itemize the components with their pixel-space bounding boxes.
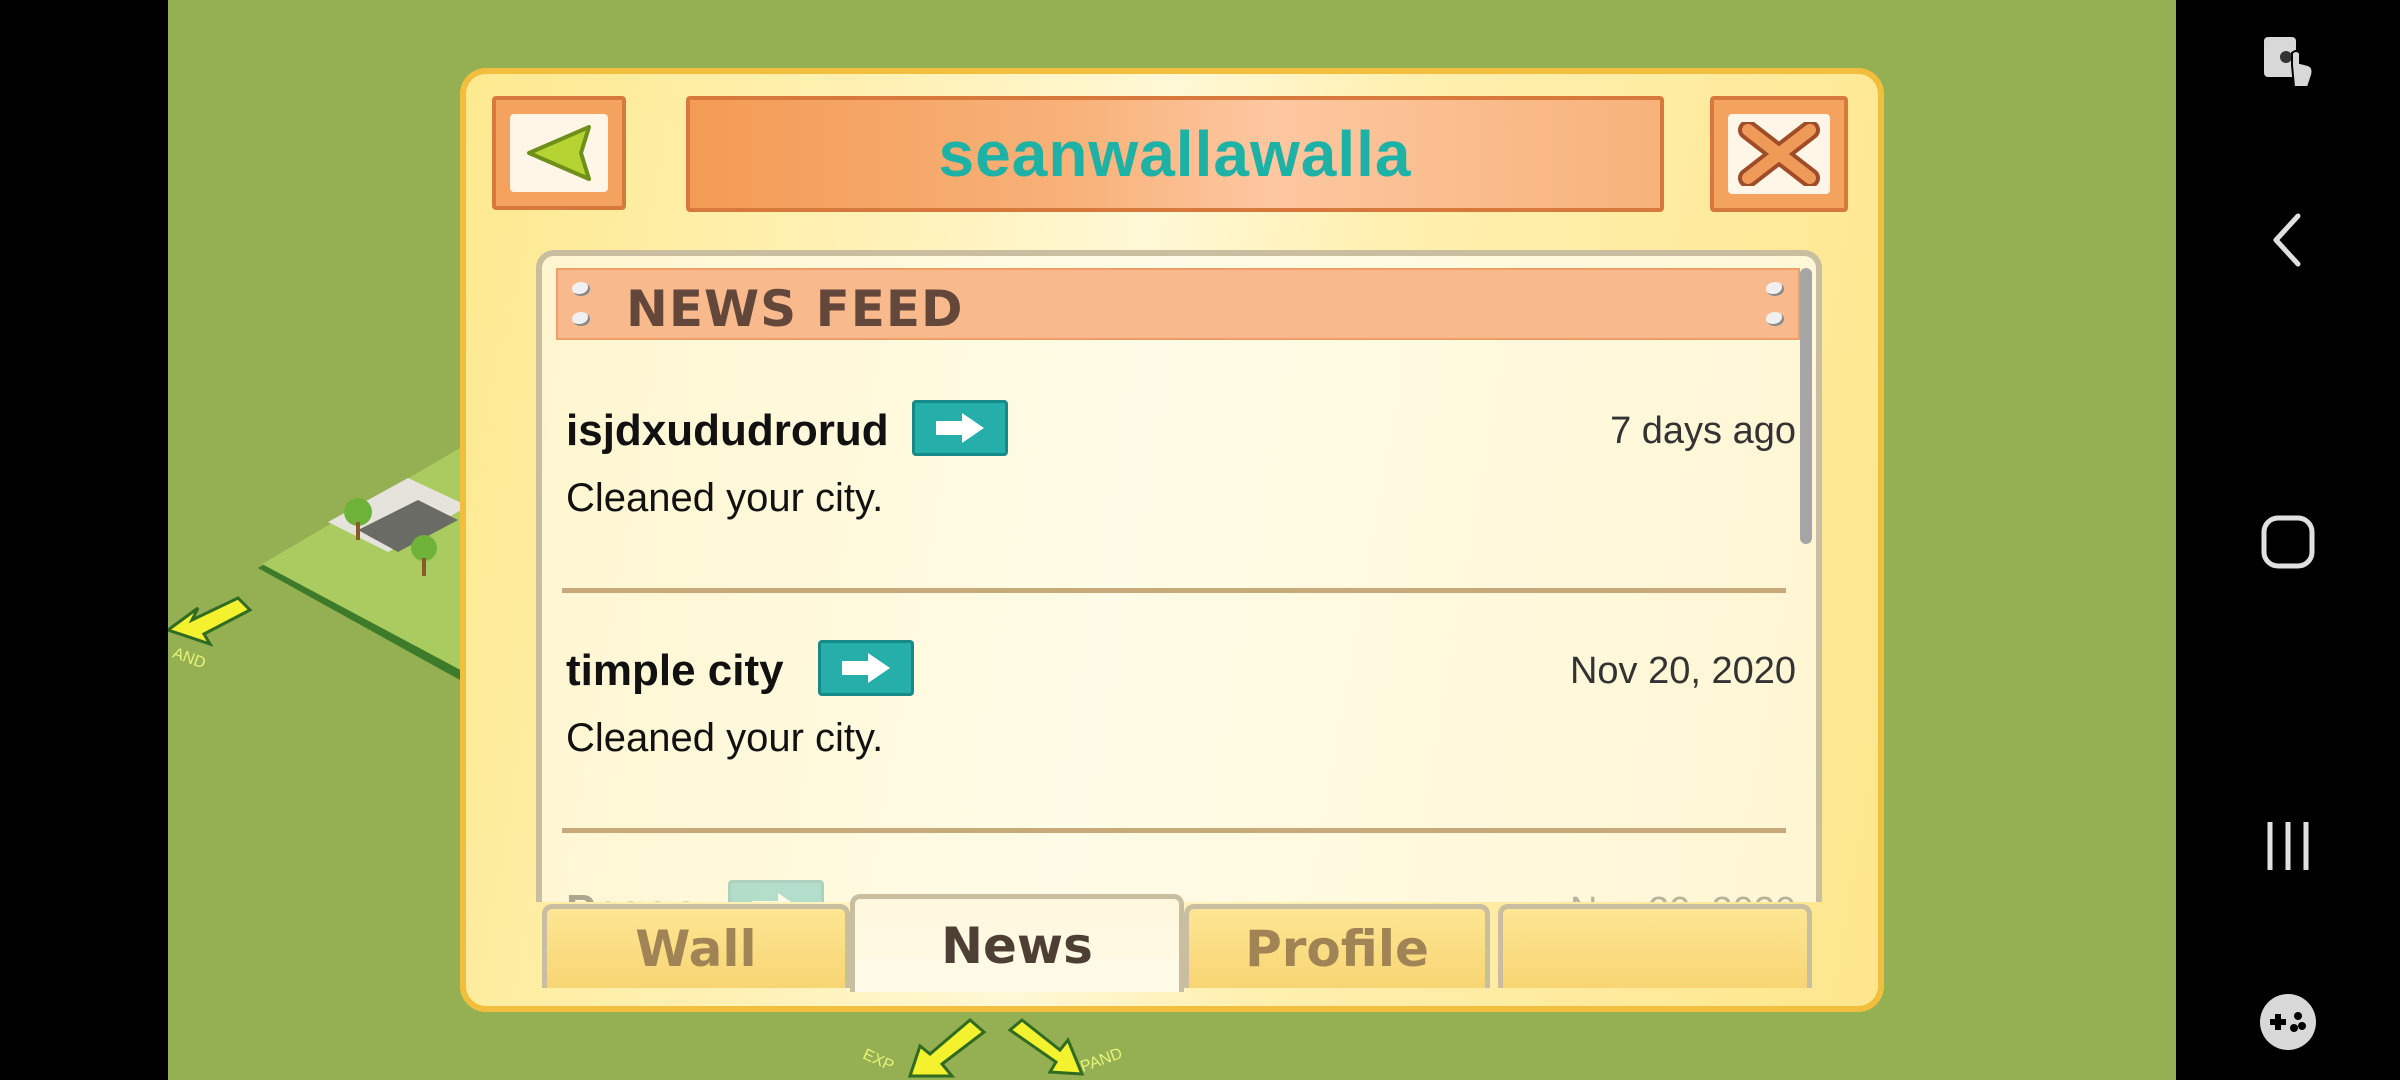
nav-home-button[interactable] [2246,500,2330,584]
back-icon [527,125,591,181]
expand-label-bottom-left: EXP [860,1046,897,1076]
news-feed-title: NEWS FEED [626,280,964,338]
feed-item-user: isjdxududrorud [566,406,889,455]
game-tools-button[interactable] [2246,980,2330,1064]
nav-recents-button[interactable] [2246,804,2330,888]
feed-item-desc: Cleaned your city. [566,476,884,520]
tab-label: Wall [635,919,757,978]
screen-touch-button[interactable] [2246,16,2330,100]
visit-city-button[interactable] [912,400,1008,456]
home-icon [2261,515,2315,569]
rivet-icon [572,312,590,326]
tab-label: Profile [1245,919,1429,978]
tab-bar: Wall News Profile [536,894,1822,992]
rivet-icon [1766,282,1784,296]
system-nav-bar [2176,0,2400,1080]
screen-touch-icon [2264,37,2314,88]
rivet-icon [1766,312,1784,326]
tab-label: News [941,916,1093,975]
back-icon [2273,213,2301,267]
game-canvas[interactable]: AND EXP PAND seanwallawalla NEWS FEED is… [168,0,2176,1080]
right-arrow-icon [936,413,984,443]
feed-item-time: 7 days ago [1610,410,1796,452]
feed-item-desc: Cleaned your city. [566,716,884,760]
expand-arrow-left-icon[interactable] [168,580,258,650]
expand-arrow-bottom-right-icon[interactable] [1004,1010,1094,1080]
divider [562,828,1786,833]
feed-scrollbar[interactable] [1800,268,1812,544]
tree-icon [411,535,437,561]
title-bar: seanwallawalla [686,96,1664,212]
rivet-icon [572,282,590,296]
tab-profile[interactable]: Profile [1184,904,1490,988]
page-title: seanwallawalla [938,118,1412,190]
feed-item-user: timple city [566,646,784,695]
back-button[interactable] [492,96,626,210]
tab-empty[interactable] [1498,904,1812,988]
nav-back-button[interactable] [2246,198,2330,282]
news-feed-panel[interactable]: NEWS FEED isjdxududrorud 7 days ago Clea… [536,250,1822,902]
recents-icon [2267,822,2309,870]
visit-city-button[interactable] [818,640,914,696]
tab-news[interactable]: News [850,894,1184,992]
close-button[interactable] [1710,96,1848,212]
news-feed-header: NEWS FEED [556,268,1800,340]
profile-dialog: seanwallawalla NEWS FEED isjdxududrorud … [460,68,1884,1012]
expand-arrow-bottom-left-icon[interactable] [900,1010,990,1080]
divider [562,588,1786,593]
close-icon [1738,122,1820,186]
tab-wall[interactable]: Wall [542,904,850,988]
feed-item-time: Nov 20, 2020 [1569,650,1796,692]
right-arrow-icon [842,653,890,683]
tree-icon [344,498,372,526]
game-controller-icon [2260,994,2316,1050]
